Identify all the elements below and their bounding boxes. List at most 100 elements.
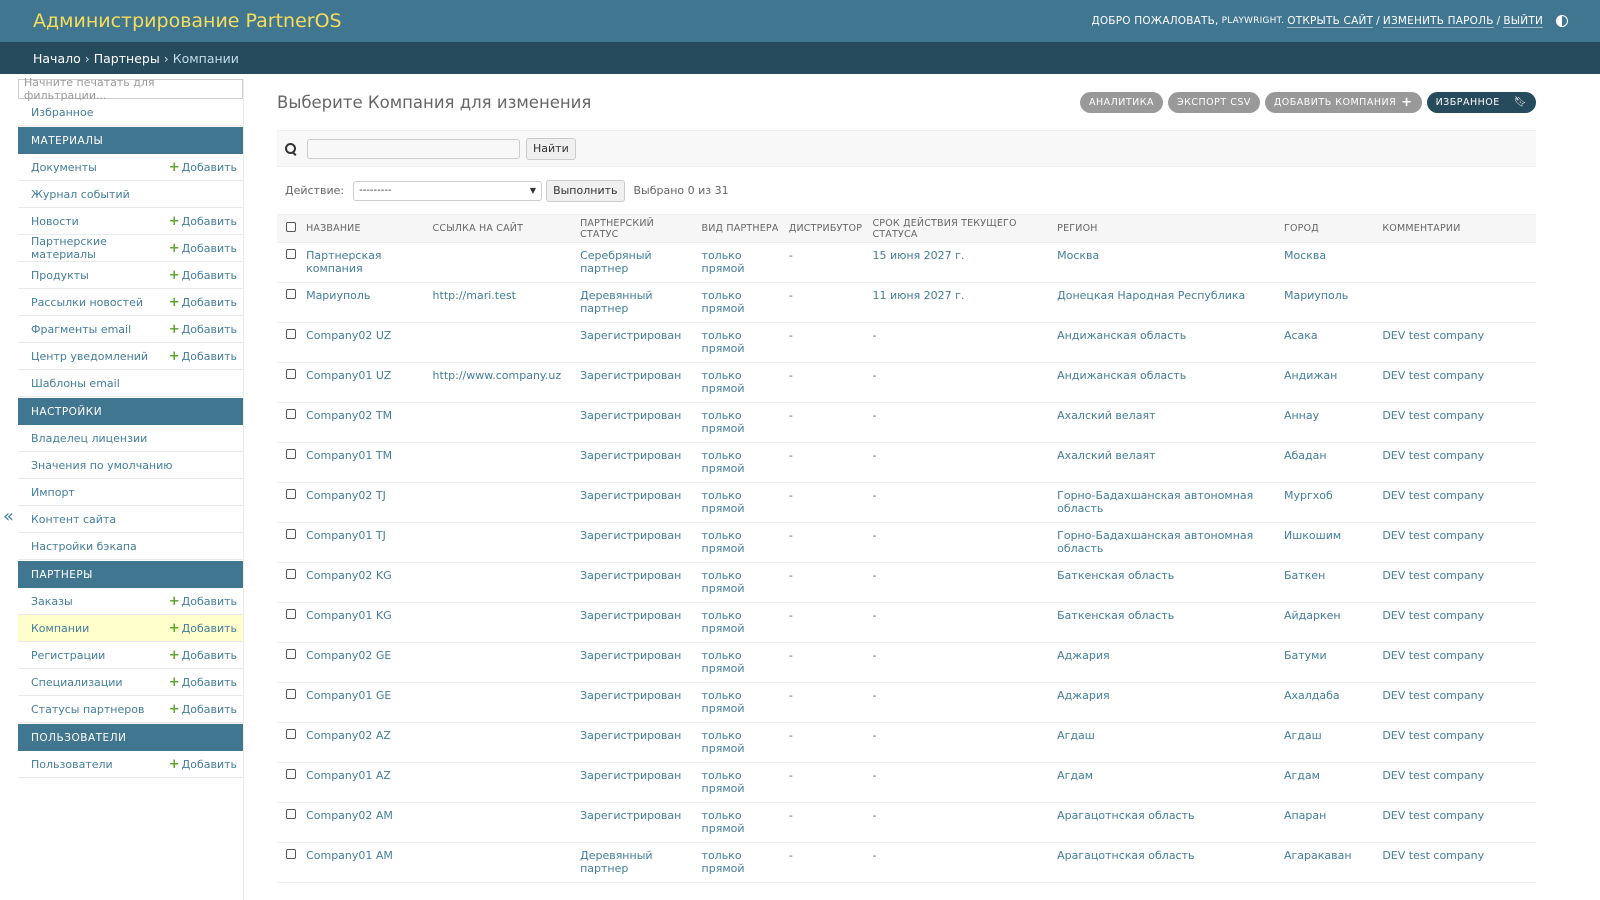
sidebar-item-label[interactable]: Компании — [31, 622, 89, 635]
view-site-link[interactable]: ОТКРЫТЬ САЙТ — [1287, 15, 1374, 28]
change-password-link[interactable]: ИЗМЕНИТЬ ПАРОЛЬ — [1382, 15, 1494, 28]
column-header[interactable]: ДИСТРИБУТОР — [783, 214, 868, 243]
table-cell[interactable]: Company01 AZ — [301, 762, 428, 803]
row-checkbox[interactable] — [286, 649, 296, 659]
sidebar-add-link[interactable]: + Добавить — [169, 295, 237, 310]
favorite-button[interactable]: ИЗБРАННОЕ 🔖︎ — [1426, 91, 1536, 113]
run-action-button[interactable]: Выполнить — [546, 179, 625, 202]
sidebar-item[interactable]: Специализации + Добавить — [18, 669, 243, 696]
sidebar-item-label[interactable]: Значения по умолчанию — [31, 459, 173, 472]
sidebar-item[interactable]: Значения по умолчанию — [18, 452, 243, 479]
row-checkbox[interactable] — [286, 489, 296, 499]
sidebar-add-link[interactable]: + Добавить — [169, 241, 237, 256]
table-cell[interactable] — [427, 442, 576, 483]
table-cell[interactable]: Company02 UZ — [301, 322, 428, 363]
sidebar-item-label[interactable]: Фрагменты email — [31, 323, 131, 336]
sidebar-add-link[interactable]: + Добавить — [169, 349, 237, 364]
sidebar-item[interactable]: Фрагменты email + Добавить — [18, 316, 243, 343]
sidebar-item[interactable]: Пользователи + Добавить — [18, 751, 243, 778]
sidebar-add-link[interactable]: + Добавить — [169, 621, 237, 636]
sidebar-add-link[interactable]: + Добавить — [169, 648, 237, 663]
table-cell[interactable]: Company01 UZ — [301, 362, 428, 403]
sidebar-section-header[interactable]: ПАРТНЕРЫ — [18, 561, 243, 588]
action-select[interactable]: --------- ▼ — [353, 180, 543, 201]
select-all-checkbox[interactable] — [286, 222, 296, 232]
table-cell[interactable]: Company02 GE — [301, 642, 428, 683]
search-button[interactable]: Найти — [526, 137, 576, 160]
sidebar-add-link[interactable]: + Добавить — [169, 160, 237, 175]
table-cell[interactable]: Мариуполь — [301, 282, 428, 323]
table-cell[interactable]: http://mari.test — [427, 282, 576, 323]
sidebar-item[interactable]: Настройки бэкапа — [18, 533, 243, 560]
sidebar-item-label[interactable]: Документы — [31, 161, 97, 174]
add-company-button[interactable]: ДОБАВИТЬ КОМПАНИЯ + — [1264, 91, 1422, 113]
sidebar-item[interactable]: Новости + Добавить — [18, 208, 243, 235]
sidebar-item[interactable]: Заказы + Добавить — [18, 588, 243, 615]
collapse-sidebar-icon[interactable]: « — [3, 506, 14, 527]
row-checkbox[interactable] — [286, 729, 296, 739]
row-checkbox[interactable] — [286, 329, 296, 339]
table-cell[interactable] — [427, 242, 576, 283]
row-checkbox[interactable] — [286, 569, 296, 579]
table-cell[interactable]: Company02 AM — [301, 802, 428, 843]
row-checkbox[interactable] — [286, 409, 296, 419]
sidebar-item-label[interactable]: Журнал событий — [31, 188, 130, 201]
table-cell[interactable]: Company02 KG — [301, 562, 428, 603]
sidebar-item[interactable]: Регистрации + Добавить — [18, 642, 243, 669]
sidebar-item-label[interactable]: Центр уведомлений — [31, 350, 148, 363]
table-cell[interactable] — [427, 322, 576, 363]
search-input[interactable] — [307, 138, 520, 159]
table-cell[interactable] — [427, 602, 576, 643]
sidebar-item[interactable]: Контент сайта — [18, 506, 243, 533]
table-cell[interactable]: Company02 TJ — [301, 482, 428, 523]
sidebar-section-header[interactable]: ПОЛЬЗОВАТЕЛИ — [18, 724, 243, 751]
breadcrumb-home[interactable]: Начало — [33, 51, 81, 66]
table-cell[interactable] — [427, 522, 576, 563]
table-cell[interactable] — [427, 722, 576, 763]
table-cell[interactable]: Company01 KG — [301, 602, 428, 643]
row-checkbox[interactable] — [286, 289, 296, 299]
table-cell[interactable] — [427, 402, 576, 443]
sidebar-add-link[interactable]: + Добавить — [169, 214, 237, 229]
sidebar-item[interactable]: Рассылки новостей + Добавить — [18, 289, 243, 316]
row-checkbox[interactable] — [286, 449, 296, 459]
sidebar-item[interactable]: Партнерские материалы + Добавить — [18, 235, 243, 262]
sidebar-item-label[interactable]: Специализации — [31, 676, 123, 689]
sidebar-add-link[interactable]: + Добавить — [169, 702, 237, 717]
breadcrumb-app[interactable]: Партнеры — [94, 51, 160, 66]
export-csv-button[interactable]: ЭКСПОРТ CSV — [1168, 91, 1260, 113]
table-cell[interactable] — [427, 562, 576, 603]
sidebar-item-label[interactable]: Новости — [31, 215, 79, 228]
row-checkbox[interactable] — [286, 849, 296, 859]
sidebar-item[interactable]: Владелец лицензии — [18, 425, 243, 452]
table-cell[interactable]: Company01 GE — [301, 682, 428, 723]
sidebar-add-link[interactable]: + Добавить — [169, 675, 237, 690]
sidebar-item[interactable]: Компании + Добавить — [18, 615, 243, 642]
column-header[interactable]: ВИД ПАРТНЕРА — [696, 214, 784, 243]
site-title[interactable]: Администрирование PartnerOS — [33, 10, 342, 32]
sidebar-section-header[interactable]: НАСТРОЙКИ — [18, 398, 243, 425]
sidebar-item-label[interactable]: Шаблоны email — [31, 377, 120, 390]
table-cell[interactable]: Company02 AZ — [301, 722, 428, 763]
sidebar-add-link[interactable]: + Добавить — [169, 757, 237, 772]
sidebar-item[interactable]: Центр уведомлений + Добавить — [18, 343, 243, 370]
sidebar-add-link[interactable]: + Добавить — [169, 268, 237, 283]
sidebar-item-label[interactable]: Импорт — [31, 486, 75, 499]
table-cell[interactable]: Company02 TM — [301, 402, 428, 443]
analytics-button[interactable]: АНАЛИТИКА — [1079, 91, 1164, 113]
table-cell[interactable]: Партнерская компания — [301, 242, 428, 283]
table-cell[interactable] — [427, 842, 576, 883]
sidebar-item[interactable]: Журнал событий — [18, 181, 243, 208]
sidebar-item[interactable]: Документы + Добавить — [18, 154, 243, 181]
sidebar-item[interactable]: Статусы партнеров + Добавить — [18, 696, 243, 723]
sidebar-item-label[interactable]: Заказы — [31, 595, 73, 608]
sidebar-item-label[interactable]: Настройки бэкапа — [31, 540, 137, 553]
column-header[interactable]: КОММЕНТАРИИ — [1377, 214, 1536, 243]
sidebar-item-label[interactable]: Партнерские материалы — [31, 235, 169, 261]
table-cell[interactable]: Company01 TM — [301, 442, 428, 483]
sidebar-item-label[interactable]: Продукты — [31, 269, 89, 282]
sidebar-item[interactable]: Импорт — [18, 479, 243, 506]
table-cell[interactable] — [427, 682, 576, 723]
sidebar-item-label[interactable]: Избранное — [31, 106, 93, 119]
sidebar-section-header[interactable]: МАТЕРИАЛЫ — [18, 127, 243, 154]
